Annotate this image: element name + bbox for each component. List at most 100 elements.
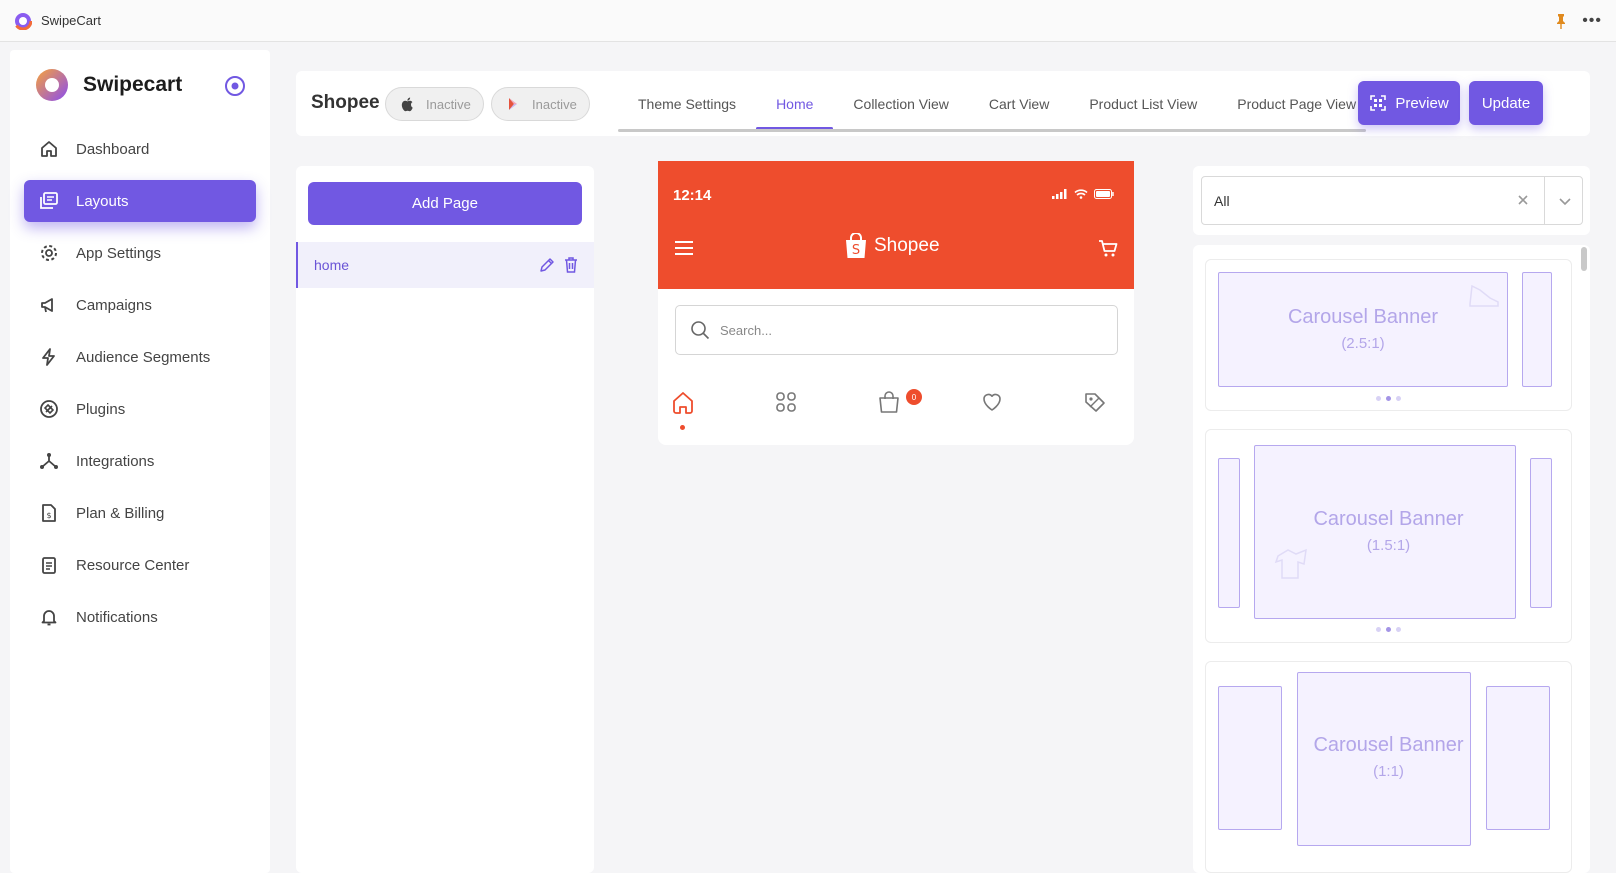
sidebar-item-label: Audience Segments (76, 348, 211, 366)
qr-code-icon (1370, 95, 1387, 111)
filter-divider (1544, 177, 1545, 224)
block-ratio: (1.5:1) (1366, 537, 1411, 554)
block-ratio: (1:1) (1373, 763, 1404, 780)
block-carousel-banner-2-5[interactable]: Carousel Banner (2.5:1) (1205, 259, 1572, 411)
target-icon[interactable] (224, 75, 246, 97)
sidebar-item-label: App Settings (76, 244, 162, 262)
megaphone-icon (38, 294, 60, 316)
app-logo-icon (14, 11, 32, 30)
sidebar-nav: Dashboard Layouts App Settings Campaigns… (24, 128, 256, 648)
tab-theme-settings[interactable]: Theme Settings (618, 71, 756, 136)
banner-frame-next (1486, 686, 1550, 830)
window-title: SwipeCart (41, 13, 101, 28)
layout-topbar: Shopee Inactive Inactive Theme Settings … (296, 71, 1590, 136)
banner-frame (1254, 445, 1516, 619)
gear-icon (38, 242, 60, 264)
hamburger-menu-icon[interactable] (674, 240, 694, 256)
ios-status-text: Inactive (426, 96, 471, 112)
blocks-scrollbar[interactable] (1581, 247, 1587, 271)
heart-icon[interactable] (979, 389, 1005, 415)
sidebar-item-audience-segments[interactable]: Audience Segments (24, 336, 256, 378)
trash-icon[interactable] (563, 256, 579, 274)
block-ratio: (2.5:1) (1341, 335, 1385, 352)
svg-text:$: $ (46, 511, 51, 520)
block-carousel-banner-1-5[interactable]: Carousel Banner (1.5:1) (1205, 429, 1572, 643)
clear-icon[interactable] (1517, 194, 1529, 206)
phone-header: 12:14 S Shopee (658, 161, 1134, 289)
page-item-home[interactable]: home (296, 242, 594, 288)
pencil-icon[interactable] (538, 256, 556, 274)
layouts-icon (38, 190, 60, 212)
sidebar-item-integrations[interactable]: Integrations (24, 440, 256, 482)
update-button[interactable]: Update (1469, 81, 1543, 125)
sidebar-item-label: Plan & Billing (76, 504, 165, 522)
view-tabs: Theme Settings Home Collection View Cart… (618, 71, 1376, 136)
sidebar-item-notifications[interactable]: Notifications (24, 596, 256, 638)
ios-status-pill[interactable]: Inactive (385, 87, 484, 121)
sidebar-item-label: Dashboard (76, 140, 150, 158)
more-options-icon[interactable]: ••• (1582, 12, 1602, 28)
update-label: Update (1481, 94, 1531, 112)
billing-icon: $ (38, 502, 60, 524)
tab-product-list-view[interactable]: Product List View (1069, 71, 1217, 136)
banner-frame-prev (1218, 458, 1240, 608)
carousel-dots (1206, 396, 1571, 401)
categories-grid-icon[interactable] (773, 389, 799, 415)
svg-text:S: S (852, 243, 860, 258)
tab-product-page-view[interactable]: Product Page View (1217, 71, 1376, 136)
block-carousel-banner-1-1[interactable]: Carousel Banner (1:1) (1205, 661, 1572, 873)
shopee-bag-icon: S (846, 233, 866, 258)
shopping-bag-icon[interactable] (876, 389, 902, 415)
home-icon[interactable] (670, 389, 696, 415)
wifi-icon (1074, 189, 1088, 199)
preview-button[interactable]: Preview (1358, 81, 1460, 125)
phone-preview: 12:14 S Shopee Search... 0 (658, 161, 1134, 445)
sidebar-item-label: Resource Center (76, 556, 190, 574)
sidebar-item-plugins[interactable]: Plugins (24, 388, 256, 430)
sidebar-item-label: Integrations (76, 452, 155, 470)
banner-frame-next (1522, 272, 1552, 387)
cart-icon[interactable] (1098, 238, 1118, 258)
tag-icon[interactable] (1082, 389, 1108, 415)
android-status-pill[interactable]: Inactive (491, 87, 590, 121)
phone-search-input[interactable]: Search... (675, 305, 1118, 355)
sidebar-item-plan-billing[interactable]: $ Plan & Billing (24, 492, 256, 534)
block-title: Carousel Banner (1313, 734, 1464, 756)
tab-home[interactable]: Home (756, 71, 834, 136)
banner-frame (1297, 672, 1471, 846)
block-filter: All (1193, 166, 1590, 235)
brand-name: Swipecart (83, 73, 183, 96)
block-filter-select[interactable]: All (1201, 176, 1583, 225)
sidebar-item-label: Layouts (76, 192, 129, 210)
pages-panel: Add Page home (296, 166, 594, 873)
tab-cart-view[interactable]: Cart View (969, 71, 1069, 136)
tabs-scrollbar[interactable] (618, 129, 1366, 132)
signal-icon (1052, 189, 1067, 199)
sidebar-item-campaigns[interactable]: Campaigns (24, 284, 256, 326)
swipecart-logo-icon (36, 69, 68, 101)
tab-collection-view[interactable]: Collection View (833, 71, 968, 136)
cart-badge: 0 (906, 389, 922, 405)
phone-time: 12:14 (673, 187, 712, 204)
apple-icon (401, 97, 413, 112)
preview-label: Preview (1395, 94, 1449, 112)
add-page-button[interactable]: Add Page (308, 182, 582, 225)
sidebar-item-label: Notifications (76, 608, 158, 626)
sidebar-item-label: Plugins (76, 400, 126, 418)
phone-bottom-nav: 0 (658, 389, 1134, 430)
page-name: home (314, 257, 350, 273)
battery-icon (1094, 189, 1114, 199)
phone-status-icons (1052, 189, 1114, 199)
sidebar-item-app-settings[interactable]: App Settings (24, 232, 256, 274)
sidebar-item-dashboard[interactable]: Dashboard (24, 128, 256, 170)
sidebar-item-layouts[interactable]: Layouts (24, 180, 256, 222)
bell-icon (38, 606, 60, 628)
block-title: Carousel Banner (1313, 508, 1464, 530)
banner-frame-next (1530, 458, 1552, 608)
sidebar-item-resource-center[interactable]: Resource Center (24, 544, 256, 586)
clipboard-icon (38, 554, 60, 576)
block-title: Carousel Banner (1287, 306, 1439, 328)
chevron-down-icon[interactable] (1558, 195, 1572, 207)
pin-icon[interactable] (1554, 13, 1568, 29)
window-titlebar: SwipeCart ••• (0, 0, 1616, 42)
